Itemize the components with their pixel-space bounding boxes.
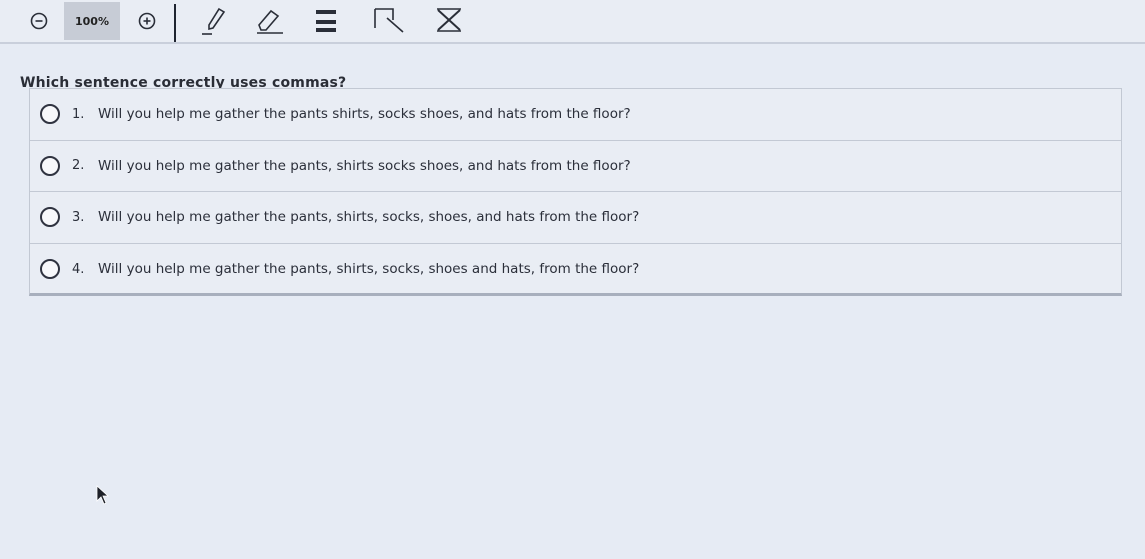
pen-icon	[202, 7, 226, 35]
zoom-out-icon	[30, 12, 48, 30]
choice-number: 3.	[72, 209, 85, 225]
pen-button[interactable]	[198, 6, 232, 36]
radio-button-2[interactable]	[40, 155, 60, 176]
highlighter-icon	[316, 10, 336, 32]
choice-text: Will you help me gather the pants, shirt…	[98, 209, 640, 226]
choice-number: 4.	[72, 261, 85, 277]
zoom-in-button[interactable]	[136, 6, 158, 36]
radio-button-1[interactable]	[40, 104, 60, 125]
answer-choices: 1. Will you help me gather the pants shi…	[29, 88, 1122, 296]
highlighter-button[interactable]	[312, 6, 340, 36]
reference-button[interactable]	[370, 6, 408, 36]
eraser-button[interactable]	[252, 6, 286, 36]
choice-number: 2.	[72, 158, 85, 174]
answer-choice-4[interactable]: 4. Will you help me gather the pants, sh…	[30, 244, 1121, 296]
crossout-icon	[437, 8, 461, 32]
radio-button-4[interactable]	[40, 259, 60, 280]
mouse-cursor-icon	[96, 485, 110, 505]
choice-text: Will you help me gather the pants, shirt…	[98, 261, 640, 278]
toolbar: 100%	[0, 0, 1145, 44]
answer-choice-3[interactable]: 3. Will you help me gather the pants, sh…	[30, 192, 1121, 244]
choice-text: Will you help me gather the pants shirts…	[98, 106, 631, 123]
radio-button-3[interactable]	[40, 207, 60, 228]
zoom-in-icon	[138, 12, 156, 30]
answer-choice-2[interactable]: 2. Will you help me gather the pants, sh…	[30, 141, 1121, 192]
zoom-out-button[interactable]	[28, 6, 50, 36]
eraser-icon	[257, 9, 283, 34]
answer-choice-1[interactable]: 1. Will you help me gather the pants shi…	[30, 89, 1121, 141]
reference-icon	[374, 8, 404, 33]
zoom-level: 100%	[64, 2, 120, 40]
choice-number: 1.	[72, 106, 85, 122]
crossout-button[interactable]	[432, 6, 466, 36]
choice-text: Will you help me gather the pants, shirt…	[98, 157, 631, 174]
toolbar-separator	[174, 4, 176, 42]
